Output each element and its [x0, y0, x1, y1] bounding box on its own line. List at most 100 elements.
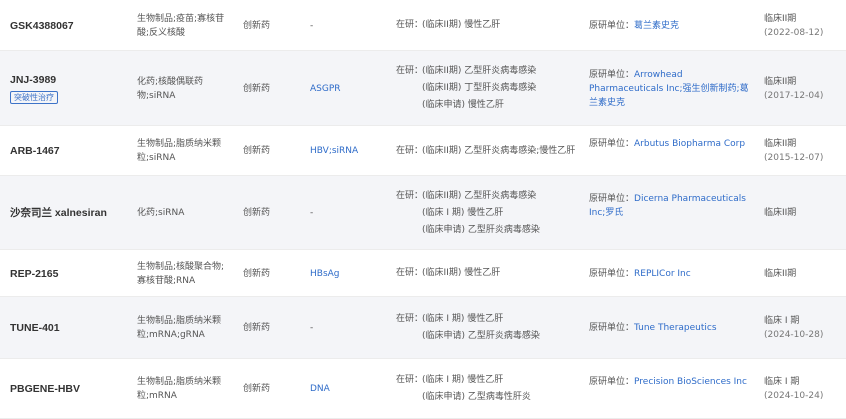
- drug-name-cell[interactable]: REP-2165: [10, 267, 58, 281]
- drug-category: 创新药: [243, 269, 271, 279]
- stage-item: (临床申请) 乙型肝炎病毒感染: [396, 222, 586, 239]
- originator-label: 原研单位：: [589, 269, 635, 279]
- phase-label: 临床II期: [764, 208, 797, 218]
- drug-name[interactable]: JNJ-3989: [10, 73, 58, 87]
- table-row: JNJ-3989 突破性治疗 化药;核酸偶联药物;siRNA 创新药 ASGPR 在研：(…: [0, 51, 846, 126]
- highest-phase: 临床 I 期 (2024-10-28): [764, 314, 823, 342]
- originator: 原研单位：Dicerna Pharmaceuticals Inc;罗氏: [589, 192, 751, 220]
- drug-category: 创新药: [243, 84, 271, 94]
- stage-text: (临床II期) 丁型肝炎病毒感染: [422, 83, 537, 93]
- research-stages: 在研：(临床II期) 慢性乙肝: [396, 17, 586, 34]
- originator: 原研单位：Precision BioSciences Inc: [589, 375, 751, 389]
- drug-target[interactable]: ASGPR: [310, 82, 341, 96]
- drug-target: -: [310, 208, 314, 218]
- drug-type: 生物制品;疫苗;寡核苷酸;反义核酸: [137, 14, 225, 38]
- stage-text: (临床 I 期) 慢性乙肝: [422, 314, 504, 324]
- originator-label: 原研单位：: [589, 323, 635, 333]
- originator-link[interactable]: Tune Therapeutics: [634, 323, 717, 333]
- table-row: GSK4388067 生物制品;疫苗;寡核苷酸;反义核酸 创新药 - 在研：(临床II期…: [0, 0, 846, 51]
- drug-name-cell[interactable]: ARB-1467: [10, 144, 60, 158]
- originator-label: 原研单位：: [589, 377, 635, 387]
- originator-link[interactable]: Precision BioSciences Inc: [634, 377, 747, 387]
- stage-prefix: 在研：: [396, 146, 424, 156]
- drug-type: 生物制品;核酸聚合物;寡核苷酸;RNA: [137, 262, 225, 286]
- research-stages: 在研：(临床 I 期) 慢性乙肝 (临床申请) 乙型病毒性肝炎: [396, 372, 586, 406]
- originator-link[interactable]: REPLICor Inc: [634, 269, 691, 279]
- drug-name[interactable]: ARB-1467: [10, 144, 60, 158]
- drug-type: 生物制品;脂质纳米颗粒;mRNA;gRNA: [137, 316, 222, 340]
- stage-item: 在研：(临床 I 期) 慢性乙肝: [396, 311, 586, 328]
- stage-text: (临床申请) 乙型病毒性肝炎: [422, 392, 531, 402]
- stage-prefix: 在研：: [396, 20, 424, 30]
- stage-item: 在研：(临床II期) 慢性乙肝: [396, 17, 586, 34]
- stage-text: (临床II期) 乙型肝炎病毒感染: [422, 191, 537, 201]
- table-row: PBGENE-HBV 生物制品;脂质纳米颗粒;mRNA 创新药 DNA 在研：(临床 I…: [0, 359, 846, 419]
- drug-type: 生物制品;脂质纳米颗粒;siRNA: [137, 139, 222, 163]
- research-stages: 在研：(临床II期) 乙型肝炎病毒感染 (临床II期) 丁型肝炎病毒感染 (临床申请…: [396, 63, 586, 114]
- phase-label: 临床 I 期: [764, 377, 800, 387]
- stage-text: (临床 I 期) 慢性乙肝: [422, 375, 504, 385]
- stage-item: (临床申请) 慢性乙肝: [396, 97, 586, 114]
- drug-type: 化药;siRNA: [137, 208, 185, 218]
- drug-name-cell[interactable]: 沙奈司兰 xalnesiran: [10, 206, 107, 220]
- phase-date: (2015-12-07): [764, 153, 824, 163]
- drug-name-cell[interactable]: TUNE-401: [10, 321, 60, 335]
- phase-label: 临床 I 期: [764, 316, 800, 326]
- stage-prefix: 在研：: [396, 191, 424, 201]
- drug-category: 创新药: [243, 208, 271, 218]
- stage-text: (临床 I 期) 慢性乙肝: [422, 208, 504, 218]
- stage-text: (临床II期) 乙型肝炎病毒感染;慢性乙肝: [422, 146, 576, 156]
- stage-item: 在研：(临床II期) 乙型肝炎病毒感染;慢性乙肝: [396, 143, 586, 160]
- originator: 原研单位：葛兰素史克: [589, 19, 751, 33]
- originator: 原研单位：REPLICor Inc: [589, 267, 751, 281]
- stage-item: 在研：(临床II期) 慢性乙肝: [396, 265, 586, 282]
- drug-name[interactable]: GSK4388067: [10, 19, 74, 33]
- table-row: 沙奈司兰 xalnesiran 化药;siRNA 创新药 - 在研：(临床II期) 乙型…: [0, 176, 846, 250]
- stage-item: (临床申请) 乙型病毒性肝炎: [396, 389, 586, 406]
- highest-phase: 临床II期 (2015-12-07): [764, 137, 823, 165]
- phase-label: 临床II期: [764, 269, 797, 279]
- phase-date: (2024-10-28): [764, 330, 824, 340]
- drug-name[interactable]: PBGENE-HBV: [10, 382, 80, 396]
- phase-date: (2022-08-12): [764, 28, 824, 38]
- originator: 原研单位：Arrowhead Pharmaceuticals Inc;强生创新制…: [589, 68, 751, 110]
- stage-prefix: 在研：: [396, 66, 424, 76]
- table-row: REP-2165 生物制品;核酸聚合物;寡核苷酸;RNA 创新药 HBsAg 在研：(临…: [0, 250, 846, 297]
- drug-target: -: [310, 323, 314, 333]
- stage-item: (临床II期) 丁型肝炎病毒感染: [396, 80, 586, 97]
- drug-name[interactable]: REP-2165: [10, 267, 58, 281]
- originator-link[interactable]: Arbutus Biopharma Corp: [634, 139, 745, 149]
- phase-label: 临床II期: [764, 77, 797, 87]
- drug-name[interactable]: TUNE-401: [10, 321, 60, 335]
- drug-name-cell[interactable]: JNJ-3989 突破性治疗: [10, 73, 58, 104]
- highest-phase: 临床II期: [764, 267, 796, 281]
- stage-item: (临床 I 期) 慢性乙肝: [396, 205, 586, 222]
- phase-date: (2017-12-04): [764, 91, 824, 101]
- stage-item: 在研：(临床II期) 乙型肝炎病毒感染: [396, 188, 586, 205]
- phase-date: (2024-10-24): [764, 391, 824, 401]
- drug-type: 生物制品;脂质纳米颗粒;mRNA: [137, 377, 222, 401]
- drug-target[interactable]: DNA: [310, 382, 330, 396]
- drug-type: 化药;核酸偶联药物;siRNA: [137, 77, 204, 101]
- research-stages: 在研：(临床II期) 乙型肝炎病毒感染 (临床 I 期) 慢性乙肝 (临床申请) 乙…: [396, 188, 586, 239]
- stage-text: (临床申请) 乙型肝炎病毒感染: [422, 331, 540, 341]
- drug-category: 创新药: [243, 21, 271, 31]
- originator-label: 原研单位：: [589, 70, 635, 80]
- drug-name-cell[interactable]: PBGENE-HBV: [10, 382, 80, 396]
- phase-label: 临床II期: [764, 139, 797, 149]
- drug-name[interactable]: 沙奈司兰 xalnesiran: [10, 206, 107, 220]
- highest-phase: 临床II期 (2017-12-04): [764, 75, 823, 103]
- table-row: ARB-1467 生物制品;脂质纳米颗粒;siRNA 创新药 HBV;siRNA 在研：…: [0, 126, 846, 176]
- drug-category: 创新药: [243, 146, 271, 156]
- stage-text: (临床II期) 慢性乙肝: [422, 268, 501, 278]
- drug-name-cell[interactable]: GSK4388067: [10, 19, 74, 33]
- drug-target: -: [310, 21, 314, 31]
- stage-item: 在研：(临床II期) 乙型肝炎病毒感染: [396, 63, 586, 80]
- stage-text: (临床申请) 慢性乙肝: [422, 100, 504, 110]
- highest-phase: 临床II期 (2022-08-12): [764, 12, 823, 40]
- originator-link[interactable]: 葛兰素史克: [634, 21, 679, 31]
- drug-target[interactable]: HBsAg: [310, 267, 340, 281]
- stage-prefix: 在研：: [396, 268, 424, 278]
- drug-target[interactable]: HBV;siRNA: [310, 144, 358, 158]
- table-row: TUNE-401 生物制品;脂质纳米颗粒;mRNA;gRNA 创新药 - 在研：(临床 …: [0, 297, 846, 359]
